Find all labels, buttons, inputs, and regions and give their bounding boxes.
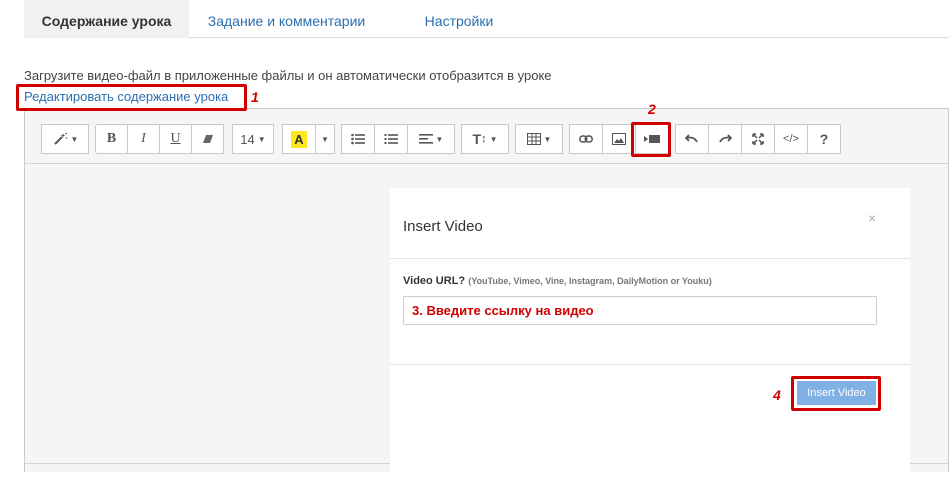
tabs-bar: Содержание урока Задание и комментарии Н… (24, 0, 949, 38)
fullscreen-icon (752, 133, 764, 145)
insert-link-button[interactable] (569, 124, 603, 154)
video-url-label: Video URL? (YouTube, Vimeo, Vine, Instag… (403, 275, 712, 287)
code-view-button[interactable]: </> (774, 124, 808, 154)
tab-lesson-content[interactable]: Содержание урока (24, 0, 189, 38)
dialog-title: Insert Video (403, 218, 483, 235)
video-url-input[interactable] (403, 296, 877, 325)
align-dropdown-button[interactable]: ▼ (407, 124, 455, 154)
eraser-icon (202, 133, 214, 145)
numbered-list-icon (384, 133, 398, 145)
redo-icon (718, 134, 732, 144)
annotation-step-4: 4 (773, 387, 781, 403)
undo-button[interactable] (675, 124, 709, 154)
annotation-step-2: 2 (648, 101, 656, 117)
highlight-color-button[interactable]: A (282, 124, 316, 154)
undo-icon (685, 134, 699, 144)
lesson-editor-page: Содержание урока Задание и комментарии Н… (0, 0, 949, 494)
font-size-dropdown[interactable]: 14 ▼ (232, 124, 274, 154)
align-left-icon (418, 133, 433, 145)
video-url-label-text: Video URL? (403, 275, 466, 287)
annotation-box-2 (631, 122, 671, 157)
table-dropdown-button[interactable]: ▼ (515, 124, 563, 154)
annotation-box-1 (16, 84, 247, 111)
upload-hint-text: Загрузите видео-файл в приложенные файлы… (24, 68, 552, 83)
bullet-list-icon (351, 133, 365, 145)
text-style-dropdown[interactable]: T ↕ ▼ (461, 124, 509, 154)
text-height-icon: T (472, 131, 482, 147)
insert-video-dialog: Insert Video × Video URL? (YouTube, Vime… (390, 188, 910, 472)
help-button[interactable]: ? (807, 124, 841, 154)
annotation-step-1: 1 (251, 89, 259, 105)
highlight-color-dropdown[interactable]: ▼ (315, 124, 335, 154)
table-icon (526, 133, 541, 145)
editor-toolbar: ▼ B I U 14 ▼ A ▼ ▼ T ↕ ▼ ▼ </> ? (25, 109, 948, 164)
fullscreen-button[interactable] (741, 124, 775, 154)
numbered-list-button[interactable] (374, 124, 408, 154)
bullet-list-button[interactable] (341, 124, 375, 154)
code-icon: </> (783, 133, 799, 145)
close-icon[interactable]: × (868, 210, 876, 226)
font-size-value: 14 (240, 131, 255, 147)
dialog-footer-divider (390, 364, 910, 365)
redo-button[interactable] (708, 124, 742, 154)
underline-button[interactable]: U (159, 124, 192, 154)
bold-button[interactable]: B (95, 124, 128, 154)
help-icon: ? (819, 131, 829, 147)
video-url-hint: (YouTube, Vimeo, Vine, Instagram, DailyM… (468, 276, 712, 286)
link-icon (579, 134, 593, 144)
eraser-button[interactable] (191, 124, 224, 154)
highlight-icon: A (291, 130, 307, 148)
italic-button[interactable]: I (127, 124, 160, 154)
style-dropdown-button[interactable]: ▼ (41, 124, 89, 154)
annotation-box-4 (791, 376, 881, 411)
magic-wand-icon (52, 132, 68, 146)
tab-settings[interactable]: Настройки (384, 0, 534, 38)
dialog-divider (390, 258, 910, 259)
tab-task-and-comments[interactable]: Задание и комментарии (189, 0, 384, 38)
image-icon (612, 133, 626, 145)
